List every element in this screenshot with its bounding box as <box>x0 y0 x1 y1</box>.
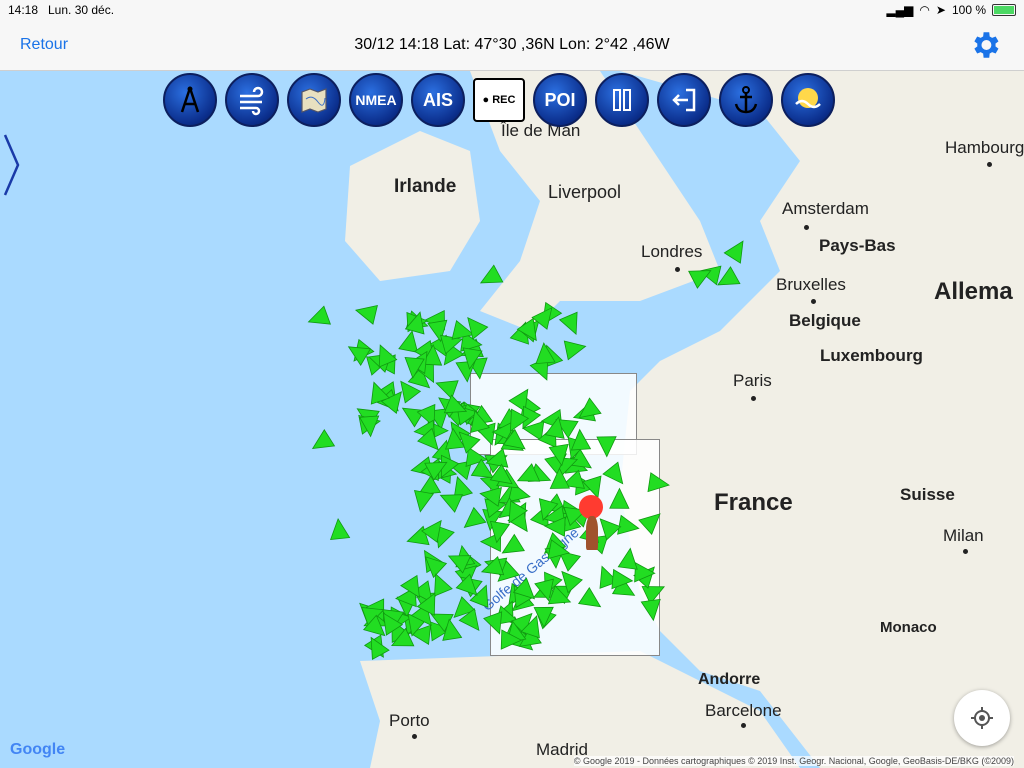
ais-target-icon[interactable] <box>467 316 489 340</box>
chart-map-icon <box>301 88 327 113</box>
city-dot <box>804 225 809 230</box>
place-label: Milan <box>943 526 984 545</box>
ais-target-icon[interactable] <box>609 487 630 509</box>
nmea-button[interactable]: NMEA <box>349 73 403 127</box>
chart-map-tool-button[interactable] <box>287 73 341 127</box>
place-label: Bruxelles <box>776 275 846 294</box>
side-panel-chevron-icon[interactable] <box>2 130 22 200</box>
exit-tool-button[interactable] <box>657 73 711 127</box>
city-dot <box>741 723 746 728</box>
tide-tool-button[interactable] <box>781 73 835 127</box>
place-label: Belgique <box>789 311 861 330</box>
ais-target-icon[interactable] <box>355 304 378 325</box>
compass-tool-button[interactable] <box>163 73 217 127</box>
status-date: Lun. 30 déc. <box>48 3 115 17</box>
ais-target-icon[interactable] <box>330 517 351 540</box>
tool-bar: NMEA AIS ● REC POI <box>163 73 835 127</box>
place-label: Pays-Bas <box>819 236 896 255</box>
settings-gear-icon[interactable] <box>968 28 1002 62</box>
battery-percent: 100 % <box>951 3 986 17</box>
ais-target-icon[interactable] <box>311 429 336 449</box>
ais-targets-layer <box>307 240 744 661</box>
city-dot <box>675 267 680 272</box>
ais-target-icon[interactable] <box>578 397 602 419</box>
exit-icon <box>672 88 696 112</box>
tide-icon <box>795 88 821 109</box>
place-label: Suisse <box>900 485 955 504</box>
status-bar: 14:18 Lun. 30 déc. ▂▄▆ ◠ ➤ 100 % <box>0 0 1024 20</box>
place-label: Amsterdam <box>782 199 869 218</box>
place-label: Londres <box>641 242 703 261</box>
place-label: Hambourg <box>945 138 1024 157</box>
ais-target-icon[interactable] <box>434 573 453 597</box>
anchor-icon <box>734 86 758 114</box>
ais-target-icon[interactable] <box>602 461 624 485</box>
pause-icon <box>613 89 631 111</box>
crosshair-icon <box>971 707 993 729</box>
compass-icon <box>180 86 200 113</box>
boat-icon <box>586 516 598 550</box>
ais-target-icon[interactable] <box>483 611 503 635</box>
ais-button[interactable]: AIS <box>411 73 465 127</box>
ais-target-icon[interactable] <box>688 270 712 289</box>
city-dot <box>811 299 816 304</box>
wifi-icon: ◠ <box>919 3 930 17</box>
rec-button[interactable]: ● REC <box>473 78 525 122</box>
ais-target-icon[interactable] <box>558 311 578 336</box>
place-label: Andorre <box>698 671 761 688</box>
ais-target-icon[interactable] <box>647 472 670 493</box>
ais-target-icon[interactable] <box>717 266 741 286</box>
place-label: Barcelone <box>705 701 782 720</box>
status-time: 14:18 <box>8 3 39 17</box>
ais-target-icon[interactable] <box>347 346 372 366</box>
battery-icon <box>992 4 1016 16</box>
place-label: Paris <box>733 371 772 390</box>
ais-target-icon[interactable] <box>463 506 487 528</box>
city-dot <box>987 162 992 167</box>
ais-target-icon[interactable] <box>563 340 587 361</box>
location-icon: ➤ <box>935 3 946 17</box>
ais-target-icon[interactable] <box>435 380 459 400</box>
place-label: Luxembourg <box>820 346 923 365</box>
signal-icon: ▂▄▆ <box>886 3 914 17</box>
wind-icon <box>240 86 264 116</box>
pause-tool-button[interactable] <box>595 73 649 127</box>
city-dot <box>412 734 417 739</box>
ais-target-icon[interactable] <box>578 587 602 608</box>
ais-target-icon[interactable] <box>640 598 661 622</box>
ais-target-icon[interactable] <box>617 514 640 535</box>
status-right: ▂▄▆ ◠ ➤ 100 % <box>886 3 1016 17</box>
locate-me-button[interactable] <box>954 690 1010 746</box>
ais-target-icon[interactable] <box>398 330 419 353</box>
poi-button[interactable]: POI <box>533 73 587 127</box>
place-label: France <box>714 489 793 516</box>
place-label: Irlande <box>394 176 457 197</box>
ais-target-icon[interactable] <box>458 431 481 454</box>
google-logo: Google <box>10 741 66 758</box>
ais-target-icon[interactable] <box>307 305 331 325</box>
place-label: Monaco <box>880 619 937 636</box>
ais-target-icon[interactable] <box>638 513 661 536</box>
place-label: Liverpool <box>548 182 622 202</box>
map-copyright[interactable]: © Google 2019 - Données cartographiques … <box>573 756 1014 766</box>
ais-target-icon[interactable] <box>413 489 434 513</box>
wind-tool-button[interactable] <box>225 73 279 127</box>
place-label: Porto <box>389 711 430 730</box>
ais-target-icon[interactable] <box>723 240 744 264</box>
ais-target-icon[interactable] <box>501 533 525 554</box>
ais-target-icon[interactable] <box>479 264 504 284</box>
city-dot <box>963 549 968 554</box>
ais-target-icon[interactable] <box>439 494 464 513</box>
ais-target-icon[interactable] <box>617 547 638 570</box>
place-label: Allema <box>934 278 1013 305</box>
coordinates-readout: 30/12 14:18 Lat: 47°30 ,36N Lon: 2°42 ,4… <box>354 36 670 53</box>
navigation-bar: Retour 30/12 14:18 Lat: 47°30 ,36N Lon: … <box>0 20 1024 71</box>
anchor-tool-button[interactable] <box>719 73 773 127</box>
map-view[interactable]: Golfe de Gascogne Île de Man Irlande Liv… <box>0 71 1024 768</box>
ais-target-icon[interactable] <box>596 436 617 458</box>
city-dot <box>751 396 756 401</box>
